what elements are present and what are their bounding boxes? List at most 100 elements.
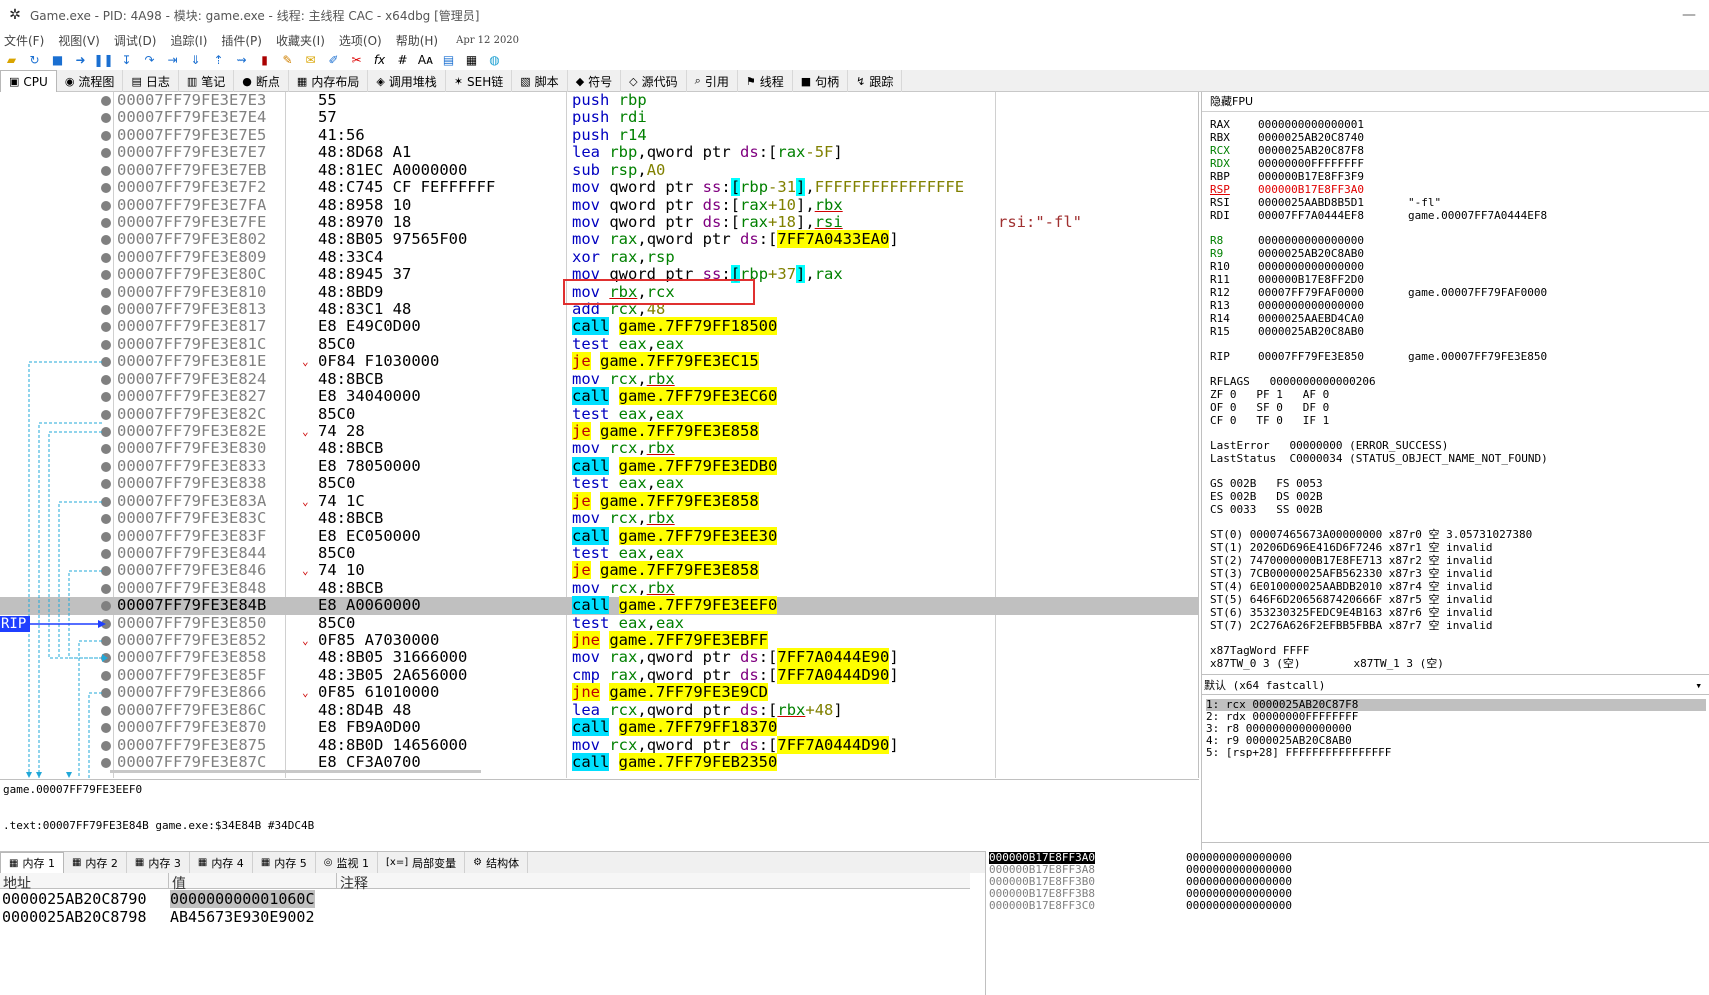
tab-item[interactable]: ◇ 源代码: [621, 70, 687, 92]
tab-item[interactable]: ◈ 调用堆栈: [368, 70, 446, 92]
disasm-row[interactable]: 00007FF79FE3E870 E8 FB9A0D00 call game.7FF…: [0, 718, 1198, 737]
disasm-row[interactable]: 00007FF79FE3E7E3 55 push rbp: [0, 92, 1198, 109]
register-row[interactable]: R11 000000B17E8FF2D0: [1210, 273, 1408, 286]
disasm-row[interactable]: 00007FF79FE3E82E ⌄ 74 28 je game.7FF79FE3E8…: [0, 421, 1198, 440]
dump-tab[interactable]: ▦ 内存 2: [64, 852, 127, 873]
dump-tab[interactable]: ▦ 内存 5: [253, 852, 316, 873]
calculator-icon[interactable]: ▦: [462, 51, 481, 69]
register-row[interactable]: RAX 0000000000000001: [1210, 118, 1408, 131]
comment-icon[interactable]: ✉: [301, 51, 320, 69]
menu-item[interactable]: 视图(V): [58, 32, 100, 49]
register-row[interactable]: RSP 000000B17E8FF3A0: [1210, 183, 1408, 196]
register-row[interactable]: RBP 000000B17E8FF3F9: [1210, 170, 1408, 183]
dump-address[interactable]: 0000025AB20C8790: [2, 890, 147, 908]
memory-dump-pane[interactable]: 地址 值 注释 0000025AB20C8790 000000000001060C…: [0, 873, 985, 995]
register-row[interactable]: RSI 0000025AABD8B5D1 "-fl": [1210, 196, 1441, 209]
disasm-row[interactable]: 00007FF79FE3E7F2 48:C745 CF FEFFFFFF mov q…: [0, 178, 1198, 197]
function-icon[interactable]: fx: [370, 51, 389, 69]
disasm-row[interactable]: 00007FF79FE3E830 48:8BCB mov rcx,rbx: [0, 439, 1198, 457]
disasm-row[interactable]: 00007FF79FE3E848 48:8BCB mov rcx,rbx: [0, 579, 1198, 597]
tab-item[interactable]: ⚑ 线程: [738, 70, 793, 92]
menu-item[interactable]: 插件(P): [221, 32, 262, 49]
register-row[interactable]: R13 0000000000000000: [1210, 299, 1408, 312]
registers-pane[interactable]: 隐藏FPU RAX 0000000000000001 RBX 0000025AB20C…: [1201, 92, 1709, 674]
hide-fpu-toggle[interactable]: 隐藏FPU: [1202, 92, 1709, 112]
disasm-row[interactable]: 00007FF79FE3E838 85C0 test eax,eax: [0, 474, 1198, 492]
tab-item[interactable]: ◆ 符号: [568, 70, 622, 92]
minimize-button[interactable]: —: [1669, 0, 1709, 30]
hash-icon[interactable]: #: [393, 51, 412, 69]
disasm-row[interactable]: 00007FF79FE3E87C E8 CF3A0700 call game.7FF…: [0, 752, 1198, 771]
open-icon[interactable]: ▰: [2, 51, 21, 69]
tab-item[interactable]: ◉ 流程图: [57, 70, 124, 92]
run-to-user-code-icon[interactable]: ⇝: [232, 51, 251, 69]
disassembly-pane[interactable]: 00007FF79FE3E7E3 55 push rbp 00007FF79FE3E7…: [0, 92, 1199, 778]
disasm-row[interactable]: 00007FF79FE3E83F E8 EC050000 call game.7FF…: [0, 526, 1198, 545]
tab-item[interactable]: ⌕ 引用: [687, 70, 738, 92]
tab-item[interactable]: ● 断点: [234, 70, 289, 92]
font-icon[interactable]: Aᴀ: [416, 51, 435, 69]
dump-tab[interactable]: ◎ 监视 1: [316, 852, 378, 873]
register-row[interactable]: R9 0000025AB20C8AB0: [1210, 247, 1408, 260]
disasm-row[interactable]: 00007FF79FE3E85F 48:3B05 2A656000 cmp rax,…: [0, 665, 1198, 684]
tab-item[interactable]: ▦ 内存布局: [289, 70, 369, 92]
register-row[interactable]: RDI 00007FF7A0444EF8 game.00007FF7A0444EF8: [1210, 209, 1547, 222]
pause-icon[interactable]: ❚❚: [93, 51, 113, 69]
disasm-row[interactable]: 00007FF79FE3E83A ⌄ 74 1C je game.7FF79FE3E8…: [0, 491, 1198, 510]
dump-tab[interactable]: ▦ 内存 1: [0, 852, 64, 873]
register-row[interactable]: R14 0000025AAEBD4CA0: [1210, 312, 1408, 325]
stack-pane[interactable]: 000000B17E8FF3A0 0000000000000000 000000B1…: [985, 851, 1709, 995]
trace-into-icon[interactable]: ⇥: [163, 51, 182, 69]
stack-value[interactable]: 0000000000000000: [1186, 900, 1292, 912]
disasm-row[interactable]: 00007FF79FE3E81C 85C0 test eax,eax: [0, 335, 1198, 353]
disasm-row[interactable]: 00007FF79FE3E827 E8 34040000 call game.7FF…: [0, 387, 1198, 406]
menu-item[interactable]: 帮助(H): [396, 32, 438, 49]
dump-value[interactable]: AB45673E930E9002: [170, 908, 315, 926]
dump-tab[interactable]: ▦ 内存 4: [190, 852, 253, 873]
register-row[interactable]: RBX 0000025AB20C8740: [1210, 131, 1408, 144]
disasm-row[interactable]: 00007FF79FE3E7E4 57 push rdi: [0, 108, 1198, 126]
stack-address[interactable]: 000000B17E8FF3C0: [989, 900, 1095, 912]
call-argument[interactable]: 5: [rsp+28] FFFFFFFFFFFFFFFF: [1206, 747, 1391, 759]
disasm-row[interactable]: 00007FF79FE3E7FA 48:8958 10 mov qword ptr …: [0, 196, 1198, 214]
menu-item[interactable]: 文件(F): [4, 32, 44, 49]
register-row[interactable]: R8 0000000000000000: [1210, 234, 1408, 247]
tab-item[interactable]: ▥ 笔记: [179, 70, 235, 92]
dump-tab[interactable]: [x=] 局部变量: [378, 852, 466, 873]
menu-item[interactable]: 调试(D): [114, 32, 157, 49]
disasm-row[interactable]: 00007FF79FE3E866 ⌄ 0F85 61010000 jne game.7…: [0, 683, 1198, 702]
execute-till-return-icon[interactable]: ⇡: [209, 51, 228, 69]
script-icon[interactable]: ▤: [439, 51, 458, 69]
disasm-row[interactable]: 00007FF79FE3E7E7 48:8D68 A1 lea rbp,qword …: [0, 143, 1198, 161]
register-row[interactable]: R12 00007FF79FAF0000 game.00007FF79FAF0000: [1210, 286, 1547, 299]
label-icon[interactable]: ✐: [324, 51, 343, 69]
disasm-row[interactable]: 00007FF79FE3E846 ⌄ 74 10 je game.7FF79FE3E8…: [0, 561, 1198, 580]
dump-header-address[interactable]: 地址: [0, 873, 168, 892]
tab-item[interactable]: ▧ 脚本: [512, 70, 568, 92]
disasm-row[interactable]: 00007FF79FE3E81E ⌄ 0F84 F1030000 je game.7F…: [0, 352, 1198, 371]
register-row[interactable]: RDX 00000000FFFFFFFF: [1210, 157, 1408, 170]
trace-over-icon[interactable]: ⇓: [186, 51, 205, 69]
menu-item[interactable]: 收藏夹(I): [276, 32, 325, 49]
disasm-row[interactable]: 00007FF79FE3E809 48:33C4 xor rax,rsp: [0, 248, 1198, 266]
register-row[interactable]: RCX 0000025AB20C87F8: [1210, 144, 1408, 157]
dump-value[interactable]: 000000000001060C: [170, 890, 315, 908]
register-row[interactable]: R15 0000025AB20C8AB0: [1210, 325, 1408, 338]
run-icon[interactable]: ➜: [71, 51, 90, 69]
horizontal-scrollbar[interactable]: [110, 770, 481, 773]
disasm-row[interactable]: 00007FF79FE3E875 48:8B0D 14656000 mov rcx,…: [0, 735, 1198, 754]
disasm-row[interactable]: 00007FF79FE3E7E5 41:56 push r14: [0, 126, 1198, 144]
register-row[interactable]: R10 0000000000000000: [1210, 260, 1408, 273]
dump-address[interactable]: 0000025AB20C8798: [2, 908, 147, 926]
tab-cpu[interactable]: ▣ CPU: [0, 70, 57, 92]
disasm-row[interactable]: 00007FF79FE3E83C 48:8BCB mov rcx,rbx: [0, 509, 1198, 527]
disasm-row[interactable]: 00007FF79FE3E84B E8 A0060000 call game.7FF…: [0, 596, 1198, 615]
menu-item[interactable]: 选项(O): [339, 32, 382, 49]
tab-item[interactable]: ↯ 跟踪: [848, 70, 903, 92]
disasm-row[interactable]: 00007FF79FE3E7EB 48:81EC A0000000 sub rsp,…: [0, 161, 1198, 179]
tab-item[interactable]: ✶ SEH链: [446, 70, 513, 92]
disasm-row[interactable]: 00007FF79FE3E7FE 48:8970 18 mov qword ptr …: [0, 213, 1198, 231]
disasm-row[interactable]: 00007FF79FE3E86C 48:8D4B 48 lea rcx,qword …: [0, 701, 1198, 719]
dump-header-comment[interactable]: 注释: [336, 873, 970, 892]
step-into-icon[interactable]: ↧: [117, 51, 136, 69]
